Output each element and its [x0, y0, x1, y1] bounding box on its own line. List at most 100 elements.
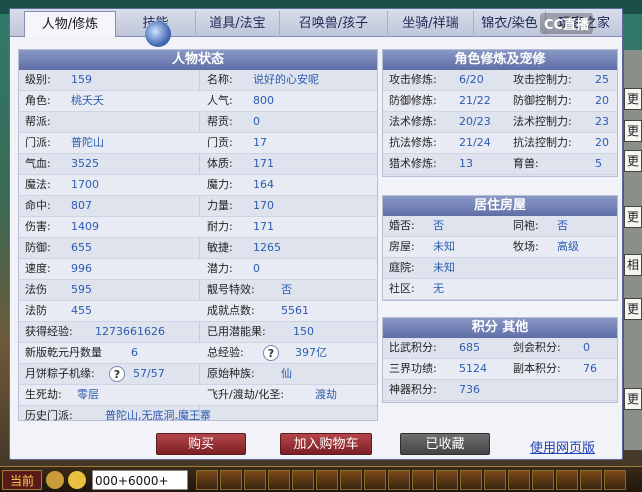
- side-chip-1[interactable]: 更: [624, 88, 642, 110]
- stat-value: 164: [253, 178, 274, 191]
- stat-value: 159: [71, 73, 92, 86]
- side-chip-6[interactable]: 更: [624, 298, 642, 320]
- hotbar-slot-13[interactable]: [484, 470, 506, 490]
- hotbar-slot-6[interactable]: [316, 470, 338, 490]
- stat-value: 20: [595, 94, 609, 107]
- stat-label: 飞升/渡劫/化圣:: [207, 388, 285, 401]
- emoji-icon[interactable]: [68, 471, 86, 489]
- house-title: 居住房屋: [383, 196, 617, 216]
- stat-label: 攻击控制力:: [513, 73, 572, 86]
- hotbar-slot-9[interactable]: [388, 470, 410, 490]
- hotbar-slot-17[interactable]: [580, 470, 602, 490]
- stat-label: 获得经验:: [25, 325, 73, 338]
- side-chip-4[interactable]: 更: [624, 206, 642, 228]
- stat-value: 0: [583, 341, 590, 354]
- stat-label: 攻击修炼:: [389, 73, 437, 86]
- hotbar-slot-18[interactable]: [604, 470, 626, 490]
- stat-row: 三界功绩: 5124 副本积分: 76: [383, 359, 617, 380]
- stat-label: 命中:: [25, 199, 51, 212]
- stat-value: 0: [253, 115, 260, 128]
- hotbar-slot-2[interactable]: [220, 470, 242, 490]
- stat-label: 级别:: [25, 73, 51, 86]
- stat-label: 靓号特效:: [207, 283, 255, 296]
- tab-summons-children[interactable]: 召唤兽/孩子: [280, 11, 388, 37]
- stat-value: 5561: [281, 304, 309, 317]
- stat-value: 800: [253, 94, 274, 107]
- chat-channel-label[interactable]: 当前: [2, 470, 42, 490]
- stat-row: 门派: 普陀山 门贡: 17: [19, 133, 377, 154]
- stat-label: 育兽:: [513, 157, 539, 170]
- hotbar-slot-5[interactable]: [292, 470, 314, 490]
- hotbar-slot-11[interactable]: [436, 470, 458, 490]
- stat-label: 神器积分:: [389, 383, 437, 396]
- stat-row: 房屋: 未知 牧场: 高级: [383, 237, 617, 258]
- help-icon-wrap[interactable]: ?: [109, 364, 125, 384]
- character-status-panel: 人物状态 级别: 159 名称: 说好的心安呢 角色: 桃夭夭 人气: 800 帮派: 帮贡: 0 门…: [18, 49, 378, 422]
- history-value: 普陀山,无底洞,魔王寨: [105, 409, 211, 422]
- help-icon[interactable]: ?: [109, 366, 125, 382]
- stat-label: 法防: [25, 304, 47, 317]
- tab-items-treasures[interactable]: 道具/法宝: [196, 11, 280, 37]
- stat-label: 法术修炼:: [389, 115, 437, 128]
- microphone-icon[interactable]: [46, 471, 64, 489]
- stat-label: 伤害:: [25, 220, 51, 233]
- hotbar-slot-15[interactable]: [532, 470, 554, 490]
- stat-value: 零层: [77, 388, 99, 401]
- help-icon-wrap[interactable]: ?: [263, 343, 279, 363]
- side-chip-7[interactable]: 更: [624, 388, 642, 410]
- hotbar-slot-1[interactable]: [196, 470, 218, 490]
- stat-label: 原始种族:: [207, 367, 255, 380]
- tab-mounts[interactable]: 坐骑/祥瑞: [388, 11, 474, 37]
- tab-outfits-dye[interactable]: 锦衣/染色: [474, 11, 546, 37]
- stat-label: 敏捷:: [207, 241, 233, 254]
- add-to-cart-button[interactable]: 加入购物车: [280, 433, 372, 455]
- stat-row: 防御: 655 敏捷: 1265: [19, 238, 377, 259]
- stat-row: 神器积分: 736: [383, 380, 617, 401]
- stat-value: 1700: [71, 178, 99, 191]
- stat-label: 角色:: [25, 94, 51, 107]
- stat-value: 20: [595, 136, 609, 149]
- hotbar-slot-4[interactable]: [268, 470, 290, 490]
- stat-label: 防御修炼:: [389, 94, 437, 107]
- cc-live-watermark: CC直播: [540, 13, 594, 34]
- buy-button[interactable]: 购买: [156, 433, 246, 455]
- hotbar-slot-12[interactable]: [460, 470, 482, 490]
- side-chip-3[interactable]: 更: [624, 150, 642, 172]
- cultivation-title: 角色修炼及宠修: [383, 50, 617, 70]
- hotbar-slot-10[interactable]: [412, 470, 434, 490]
- side-chip-5[interactable]: 相: [624, 254, 642, 276]
- tab-character-cultivation[interactable]: 人物/修炼: [24, 11, 116, 37]
- history-row: 历史门派: 普陀山,无底洞,魔王寨: [19, 406, 377, 427]
- help-icon[interactable]: ?: [263, 345, 279, 361]
- hotbar-slot-16[interactable]: [556, 470, 578, 490]
- stat-value: 6: [131, 346, 138, 359]
- hotbar-slot-3[interactable]: [244, 470, 266, 490]
- stat-row: 攻击修炼: 6/20 攻击控制力: 25: [383, 70, 617, 91]
- stat-value: 5124: [459, 362, 487, 375]
- web-version-link[interactable]: 使用网页版: [530, 437, 595, 456]
- house-panel: 居住房屋 婚否: 否 同袍: 否房屋: 未知 牧场: 高级 庭院: 未知 社区: 无: [382, 195, 618, 301]
- stat-value: 5: [595, 157, 602, 170]
- stat-label: 魔力:: [207, 178, 233, 191]
- stat-label: 三界功绩:: [389, 362, 437, 375]
- collected-button[interactable]: 已收藏: [400, 433, 490, 455]
- stat-row: 帮派: 帮贡: 0: [19, 112, 377, 133]
- stat-label: 气血:: [25, 157, 51, 170]
- stat-row: 新版乾元丹数量 6 总经验: 397亿?: [19, 343, 377, 364]
- stat-row: 猎术修炼: 13 育兽: 5: [383, 154, 617, 175]
- chat-input[interactable]: 000+6000+: [92, 470, 188, 490]
- stat-label: 牧场:: [513, 240, 539, 253]
- hotbar-slot-8[interactable]: [364, 470, 386, 490]
- hotbar-slot-7[interactable]: [340, 470, 362, 490]
- stat-row: 庭院: 未知: [383, 258, 617, 279]
- stat-value: 3525: [71, 157, 99, 170]
- hotbar-slot-14[interactable]: [508, 470, 530, 490]
- stat-label: 潜力:: [207, 262, 233, 275]
- score-panel: 积分 其他 比武积分: 685 剑会积分: 0 三界功绩: 5124 副本积分: 76 神器积分…: [382, 317, 618, 403]
- stat-value: 25: [595, 73, 609, 86]
- stat-label: 新版乾元丹数量: [25, 346, 102, 359]
- side-chip-2[interactable]: 更: [624, 120, 642, 142]
- stat-value: 150: [293, 325, 314, 338]
- stat-value: 171: [253, 157, 274, 170]
- stat-value: 455: [71, 304, 92, 317]
